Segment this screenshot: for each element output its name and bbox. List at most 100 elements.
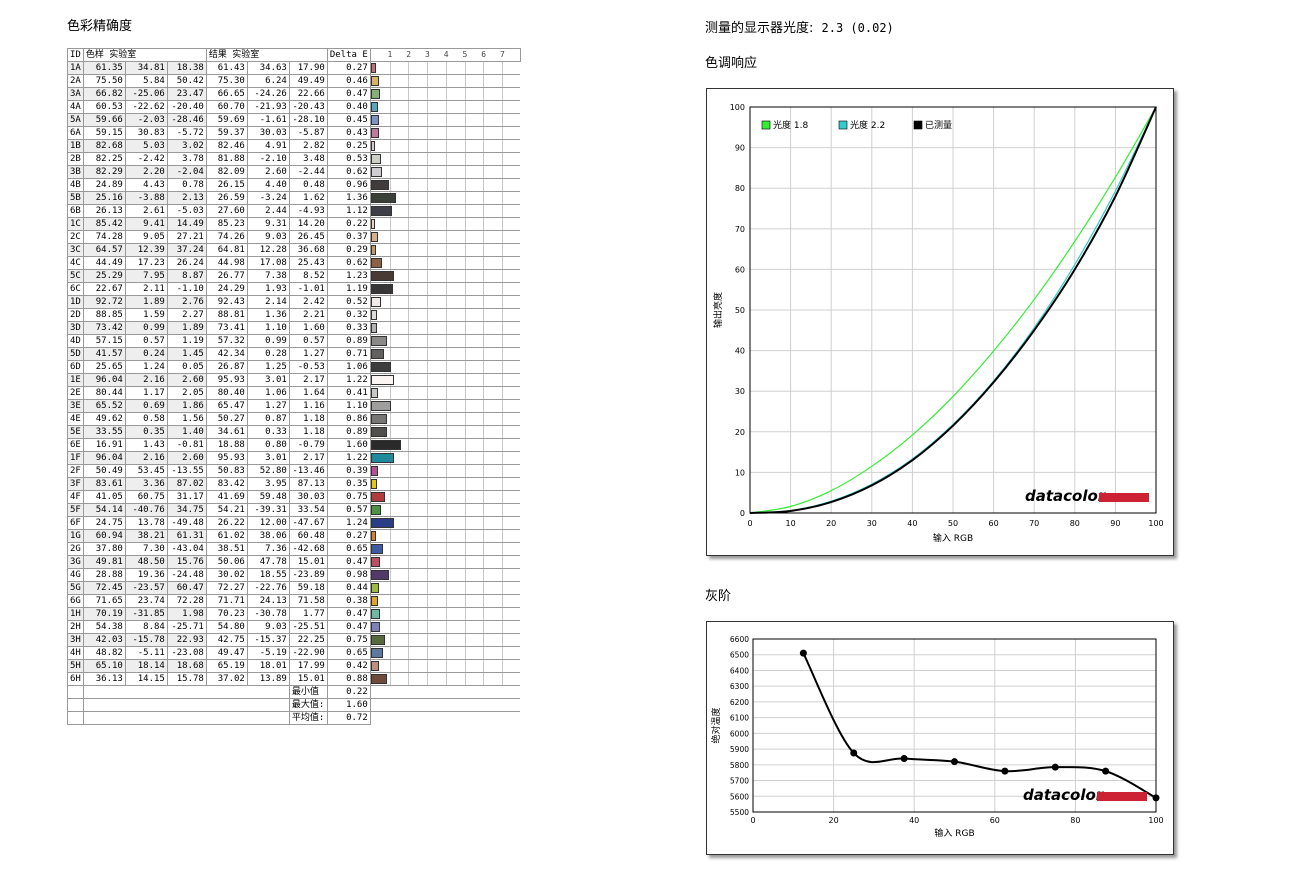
- scale-gridline: [408, 478, 410, 490]
- delta-e-bar: [371, 505, 382, 515]
- scale-gridline: [445, 608, 447, 620]
- sample-lab-value: 2.16: [124, 373, 168, 387]
- scale-gridline: [483, 296, 485, 308]
- color-accuracy-title: 色彩精确度: [67, 19, 133, 34]
- table-row: 1G 60.94 38.21 61.31 61.02 38.06 60.48 0.27: [67, 529, 521, 543]
- scale-gridline: [445, 166, 447, 178]
- scale-gridline: [483, 335, 485, 347]
- scale-gridline: [389, 166, 391, 178]
- result-lab-value: 1.06: [246, 386, 290, 400]
- scale-gridline: [445, 361, 447, 373]
- delta-e-bar-cell: [369, 256, 521, 270]
- scale-gridline: [408, 257, 410, 269]
- sample-lab-value: -1.10: [166, 282, 207, 296]
- scale-gridline: [408, 127, 410, 139]
- scale-gridline: [389, 608, 391, 620]
- scale-gridline: [464, 556, 466, 568]
- scale-gridline: [427, 426, 429, 438]
- scale-gridline: [389, 153, 391, 165]
- sample-lab-value: -23.57: [124, 581, 168, 595]
- delta-e-value: 0.47: [326, 607, 371, 621]
- delta-e-bar: [371, 375, 394, 385]
- delta-e-value: 0.37: [326, 230, 371, 244]
- patch-id: 6H: [67, 672, 84, 686]
- delta-e-value: 1.60: [326, 438, 371, 452]
- result-lab-value: 59.48: [246, 490, 290, 504]
- delta-e-bar-cell: [369, 360, 521, 374]
- sample-lab-value: -22.62: [124, 100, 168, 114]
- scale-tick-label: 4: [443, 50, 449, 59]
- scale-gridline: [483, 101, 485, 113]
- tone-response-panel: 0 10 20 30 40 50 60 70 80 90 100 0 10 20 30 40 50 60 70 80 9…: [706, 88, 1174, 556]
- scale-gridline: [483, 491, 485, 503]
- sample-lab-value: 9.41: [124, 217, 168, 231]
- scale-gridline: [464, 374, 466, 386]
- scale-gridline: [445, 647, 447, 659]
- y-tick-label: 100: [730, 103, 745, 112]
- scale-gridline: [389, 556, 391, 568]
- scale-gridline: [389, 322, 391, 334]
- delta-e-bar-cell: [369, 516, 521, 530]
- scale-gridline: [427, 660, 429, 672]
- sample-lab-value: 27.21: [166, 230, 207, 244]
- sample-lab-value: 25.16: [82, 191, 126, 205]
- delta-e-value: 1.24: [326, 516, 371, 530]
- x-tick-label: 100: [1148, 519, 1163, 528]
- legend-label: 光度 2.2: [850, 119, 885, 131]
- delta-e-bar-cell: [369, 178, 521, 192]
- delta-e-value: 0.32: [326, 308, 371, 322]
- scale-gridline: [389, 504, 391, 516]
- delta-e-bar: [371, 193, 397, 203]
- scale-gridline: [389, 88, 391, 100]
- sample-lab-value: 26.24: [166, 256, 207, 270]
- patch-id: 3D: [67, 321, 84, 335]
- delta-e-bar-cell: [369, 451, 521, 465]
- sample-lab-value: 42.03: [82, 633, 126, 647]
- delta-e-value: 0.57: [326, 503, 371, 517]
- sample-lab-value: 23.47: [166, 87, 207, 101]
- delta-e-bar: [371, 206, 392, 216]
- patch-id: 5D: [67, 347, 84, 361]
- scale-gridline: [464, 127, 466, 139]
- table-row: 3H 42.03 -15.78 22.93 42.75 -15.37 22.25 0.75: [67, 633, 521, 647]
- result-lab-value: 26.45: [288, 230, 328, 244]
- scale-gridline: [464, 270, 466, 282]
- result-lab-value: -23.89: [288, 568, 328, 582]
- patch-id: 2D: [67, 308, 84, 322]
- scale-gridline: [502, 582, 504, 594]
- result-lab-value: 57.32: [205, 334, 248, 348]
- result-lab-value: 4.40: [246, 178, 290, 192]
- result-lab-value: 66.65: [205, 87, 248, 101]
- result-lab-value: 25.43: [288, 256, 328, 270]
- scale-gridline: [464, 322, 466, 334]
- scale-gridline: [445, 114, 447, 126]
- delta-e-value: 0.47: [326, 87, 371, 101]
- sample-lab-value: 70.19: [82, 607, 126, 621]
- delta-e-value: 0.41: [326, 386, 371, 400]
- result-lab-value: 59.69: [205, 113, 248, 127]
- delta-e-value: 0.75: [326, 633, 371, 647]
- scale-gridline: [483, 166, 485, 178]
- table-row: 1D 92.72 1.89 2.76 92.43 2.14 2.42 0.52: [67, 295, 521, 309]
- scale-gridline: [502, 101, 504, 113]
- result-lab-value: 3.48: [288, 152, 328, 166]
- sample-lab-value: 49.81: [82, 555, 126, 569]
- scale-tick-label: 3: [425, 50, 430, 59]
- scale-gridline: [408, 452, 410, 464]
- patch-id: 4F: [67, 490, 84, 504]
- sample-lab-value: -43.04: [166, 542, 207, 556]
- scale-gridline: [389, 62, 391, 74]
- sample-lab-value: 41.57: [82, 347, 126, 361]
- result-lab-value: 15.01: [288, 555, 328, 569]
- scale-gridline: [389, 101, 391, 113]
- scale-gridline: [464, 231, 466, 243]
- result-lab-value: 2.82: [288, 139, 328, 153]
- scale-gridline: [445, 348, 447, 360]
- delta-e-value: 0.38: [326, 594, 371, 608]
- gamma-label: 测量的显示器光度:: [705, 21, 814, 36]
- sample-lab-value: 83.61: [82, 477, 126, 491]
- scale-gridline: [445, 283, 447, 295]
- scale-gridline: [389, 231, 391, 243]
- delta-e-bar-cell: [369, 633, 521, 647]
- y-tick-label: 0: [740, 509, 745, 518]
